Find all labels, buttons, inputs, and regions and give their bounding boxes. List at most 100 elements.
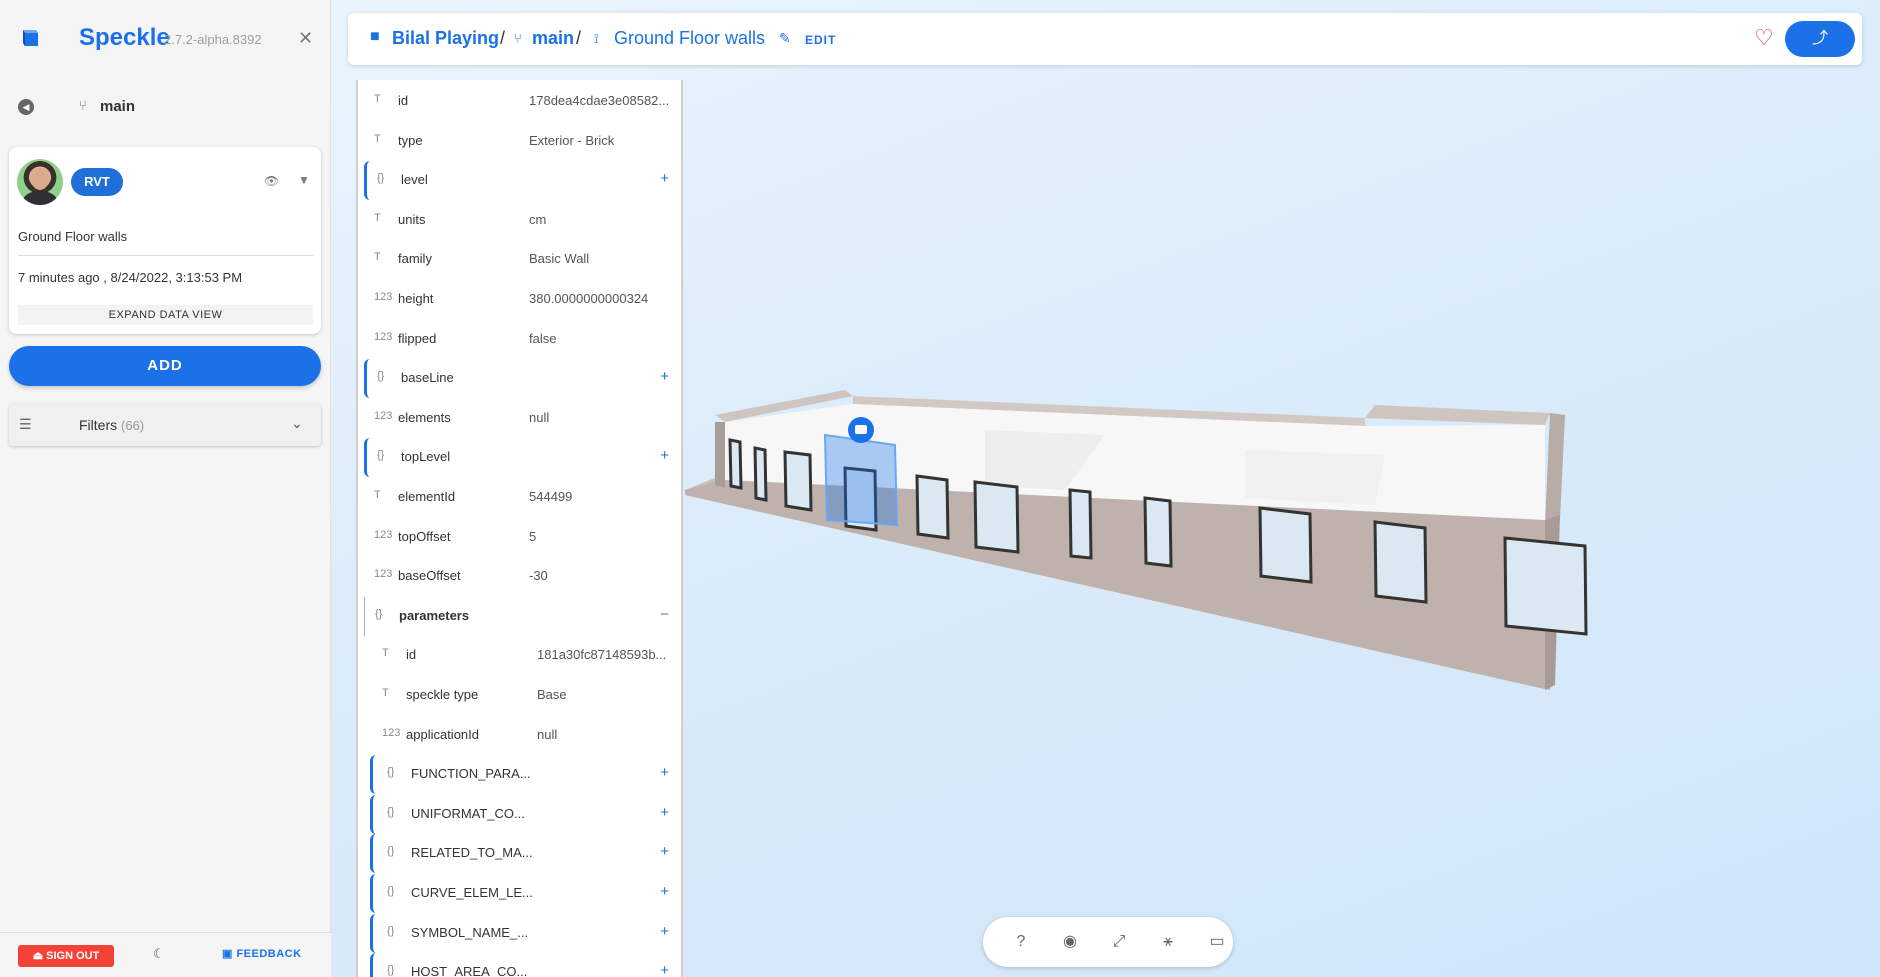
data-tree-row: Ttype Exterior - Brick bbox=[358, 122, 681, 161]
data-tree-key: units bbox=[398, 211, 426, 227]
expand-icon[interactable]: + bbox=[660, 843, 669, 860]
data-tree-key: flipped bbox=[398, 330, 437, 346]
expand-icon[interactable]: + bbox=[660, 170, 669, 187]
data-tree-key: family bbox=[398, 251, 432, 267]
breadcrumb-separator: / bbox=[500, 28, 506, 48]
speckle-logo-icon[interactable] bbox=[19, 27, 41, 49]
number-type-icon: 123 bbox=[374, 291, 393, 303]
expand-data-view-button[interactable]: EXPAND DATA VIEW bbox=[18, 305, 313, 325]
object-type-icon: {} bbox=[387, 885, 395, 897]
filters-label: Filters (66) bbox=[79, 417, 144, 433]
back-icon[interactable]: ◀ bbox=[18, 99, 34, 115]
eye-icon[interactable]: 👁 bbox=[264, 174, 279, 188]
expand-icon[interactable]: + bbox=[660, 764, 669, 781]
data-tree-key: baseLine bbox=[401, 370, 454, 386]
text-type-icon: T bbox=[374, 251, 381, 264]
data-tree-key: CURVE_ELEM_LE... bbox=[411, 885, 533, 900]
close-icon[interactable]: ✕ bbox=[298, 28, 313, 49]
sidebar-header: Speckle 2.7.2-alpha.8392 ✕ bbox=[0, 0, 331, 76]
expand-icon[interactable]: + bbox=[660, 368, 669, 385]
section-icon[interactable]: ⚹ bbox=[1157, 931, 1179, 953]
sign-out-button[interactable]: ⏏ SIGN OUT bbox=[18, 945, 114, 967]
data-tree-value: null bbox=[529, 409, 550, 425]
divider bbox=[18, 255, 313, 256]
text-type-icon: T bbox=[382, 687, 389, 699]
dark-mode-icon[interactable]: ☾ bbox=[153, 946, 165, 962]
collapse-icon[interactable]: − bbox=[660, 606, 669, 623]
comment-icon[interactable]: ▭ bbox=[1206, 931, 1228, 953]
expand-icon[interactable]: + bbox=[660, 923, 669, 940]
breadcrumb-separator: / bbox=[576, 28, 582, 48]
data-tree-row[interactable]: {} topLevel + bbox=[364, 438, 679, 478]
branch-icon: ⑂ bbox=[514, 31, 522, 46]
camera-icon[interactable]: ◉ bbox=[1059, 931, 1081, 953]
data-tree-row[interactable]: {} SYMBOL_NAME_... + bbox=[370, 913, 679, 953]
data-tree-key: elements bbox=[398, 409, 451, 425]
expand-icon[interactable]: + bbox=[660, 883, 669, 900]
viewer-toolbar: ? ◉ ⤢ ⚹ ▭ bbox=[983, 917, 1233, 967]
text-type-icon: T bbox=[374, 93, 381, 105]
commit-card: RVT 👁 ▼ Ground Floor walls 7 minutes ago… bbox=[9, 147, 321, 334]
data-tree-row[interactable]: {} FUNCTION_PARA... + bbox=[370, 755, 679, 795]
breadcrumb-stream[interactable]: Bilal Playing bbox=[392, 28, 499, 49]
feedback-button[interactable]: ▣ FEEDBACK bbox=[222, 947, 302, 960]
heart-icon[interactable]: ♡ bbox=[1754, 25, 1774, 51]
app-name[interactable]: Speckle bbox=[79, 24, 170, 52]
data-tree-row[interactable]: {} parameters − bbox=[364, 596, 679, 636]
viewer-topbar: ■ Bilal Playing / ⑂ main / ⟟ Ground Floo… bbox=[348, 13, 1862, 65]
number-type-icon: 123 bbox=[374, 528, 393, 541]
share-button[interactable]: ⤴ bbox=[1785, 21, 1855, 57]
expand-icon[interactable]: + bbox=[660, 447, 669, 464]
filters-count: (66) bbox=[121, 418, 145, 433]
data-tree-key: RELATED_TO_MA... bbox=[411, 845, 533, 861]
data-tree-value: 544499 bbox=[529, 489, 573, 504]
data-tree-row[interactable]: {} CURVE_ELEM_LE... + bbox=[370, 874, 679, 913]
add-button[interactable]: ADD bbox=[9, 346, 321, 386]
expand-icon[interactable]: + bbox=[660, 962, 669, 977]
filter-icon[interactable]: ▼ bbox=[298, 173, 310, 187]
object-type-icon: {} bbox=[387, 766, 395, 779]
data-tree-row[interactable]: {} HOST_AREA_CO... + bbox=[370, 953, 679, 977]
sidebar-footer: ⏏ SIGN OUT ☾ ▣ FEEDBACK bbox=[0, 932, 331, 977]
number-type-icon: 123 bbox=[382, 726, 401, 739]
branch-name[interactable]: main bbox=[100, 98, 135, 115]
avatar[interactable] bbox=[17, 159, 63, 205]
filters-panel[interactable]: ☰ Filters (66) ⌄ bbox=[9, 404, 321, 446]
chevron-down-icon[interactable]: ⌄ bbox=[291, 415, 303, 432]
data-tree-key: speckle type bbox=[406, 687, 479, 702]
breadcrumb-commit[interactable]: Ground Floor walls bbox=[614, 28, 765, 49]
data-tree-row[interactable]: {} level + bbox=[364, 161, 679, 201]
data-tree-key: SYMBOL_NAME_... bbox=[411, 924, 529, 940]
app-version: 2.7.2-alpha.8392 bbox=[164, 32, 262, 47]
data-tree-row: Tfamily Basic Wall bbox=[358, 240, 681, 279]
data-tree-key: FUNCTION_PARA... bbox=[411, 766, 531, 782]
object-type-icon: {} bbox=[377, 449, 385, 462]
edit-button[interactable]: EDIT bbox=[805, 33, 836, 47]
expand-icon[interactable]: + bbox=[660, 804, 669, 821]
data-tree-key: type bbox=[398, 132, 423, 148]
data-tree-row: 123 height 380.0000000000324 bbox=[358, 280, 681, 319]
breadcrumb-branch[interactable]: main bbox=[532, 28, 574, 49]
sign-out-icon: ⏏ bbox=[32, 950, 47, 962]
number-type-icon: 123 bbox=[374, 409, 393, 422]
text-type-icon: T bbox=[374, 489, 381, 501]
branch-row: ◀ ⑂ main bbox=[0, 90, 331, 122]
data-tree-row[interactable]: {} baseLine + bbox=[364, 359, 679, 399]
data-tree-value: false bbox=[529, 330, 557, 346]
object-type-icon: {} bbox=[387, 845, 395, 858]
data-tree-row[interactable]: {} RELATED_TO_MA... + bbox=[370, 834, 679, 874]
data-tree-key: topOffset bbox=[398, 528, 451, 544]
object-type-icon: {} bbox=[387, 924, 395, 937]
data-tree-row: 123 baseOffset -30 bbox=[358, 557, 681, 596]
data-tree-value: null bbox=[537, 726, 558, 742]
data-tree-row: Tunits cm bbox=[358, 201, 681, 240]
sign-out-label: SIGN OUT bbox=[46, 950, 100, 962]
data-tree-row: TelementId 544499 bbox=[358, 478, 681, 517]
data-tree-key: baseOffset bbox=[398, 568, 461, 584]
number-type-icon: 123 bbox=[374, 330, 393, 343]
fullscreen-icon[interactable]: ⤢ bbox=[1108, 931, 1130, 953]
help-icon[interactable]: ? bbox=[1010, 931, 1032, 953]
building-model[interactable] bbox=[685, 370, 1755, 700]
pencil-icon[interactable]: ✎ bbox=[779, 30, 791, 47]
data-tree-row[interactable]: {} UNIFORMAT_CO... + bbox=[370, 794, 679, 834]
